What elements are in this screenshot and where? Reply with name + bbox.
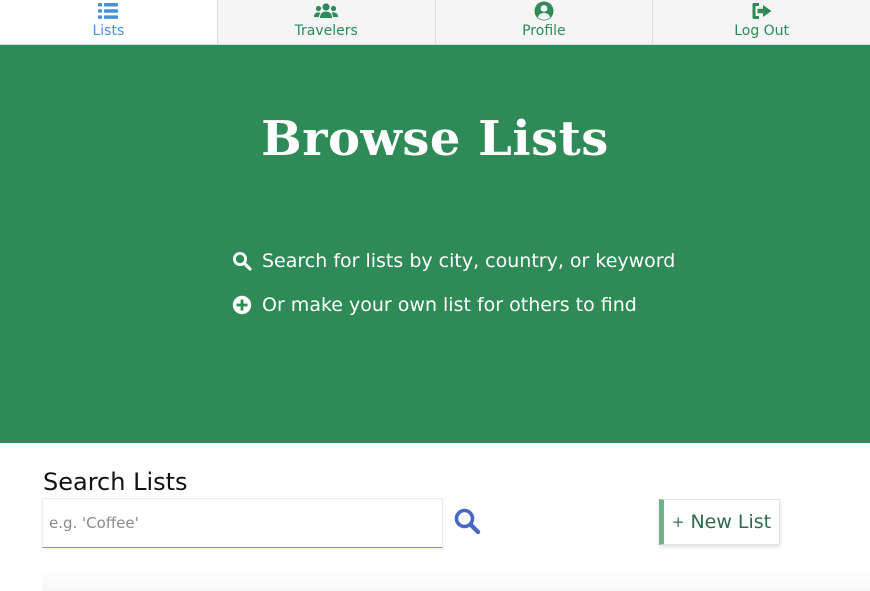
- new-list-button[interactable]: + New List: [659, 499, 780, 545]
- list-icon: [98, 3, 119, 19]
- new-list-label: New List: [690, 511, 772, 533]
- plus-circle-icon: [232, 295, 252, 315]
- results-area-edge: [42, 568, 870, 591]
- sign-out-icon: [752, 3, 772, 19]
- nav-label-travelers: Travelers: [294, 23, 358, 39]
- top-nav: Lists Travelers Profile Log Out: [0, 0, 870, 45]
- nav-label-lists: Lists: [92, 23, 125, 39]
- hero-hint-search-text: Search for lists by city, country, or ke…: [262, 250, 676, 272]
- nav-label-profile: Profile: [522, 23, 566, 39]
- hero-hint-create-text: Or make your own list for others to find: [262, 294, 637, 316]
- nav-label-logout: Log Out: [734, 23, 790, 39]
- nav-tab-travelers[interactable]: Travelers: [218, 0, 436, 44]
- nav-tab-logout[interactable]: Log Out: [653, 0, 870, 44]
- hero-hint-create: Or make your own list for others to find: [232, 294, 637, 316]
- search-icon: [233, 252, 252, 271]
- nav-tab-profile[interactable]: Profile: [436, 0, 654, 44]
- new-list-plus: +: [671, 513, 685, 531]
- search-icon: [454, 508, 481, 535]
- hero-hint-search: Search for lists by city, country, or ke…: [232, 250, 675, 272]
- search-heading: Search Lists: [43, 468, 188, 496]
- page-title: Browse Lists: [261, 111, 609, 167]
- hero-banner: Browse Lists Search for lists by city, c…: [0, 45, 870, 443]
- nav-tab-lists[interactable]: Lists: [0, 0, 218, 44]
- user-circle-icon: [534, 1, 554, 21]
- search-button[interactable]: [452, 506, 482, 536]
- users-icon: [314, 3, 339, 18]
- search-input[interactable]: [42, 498, 443, 548]
